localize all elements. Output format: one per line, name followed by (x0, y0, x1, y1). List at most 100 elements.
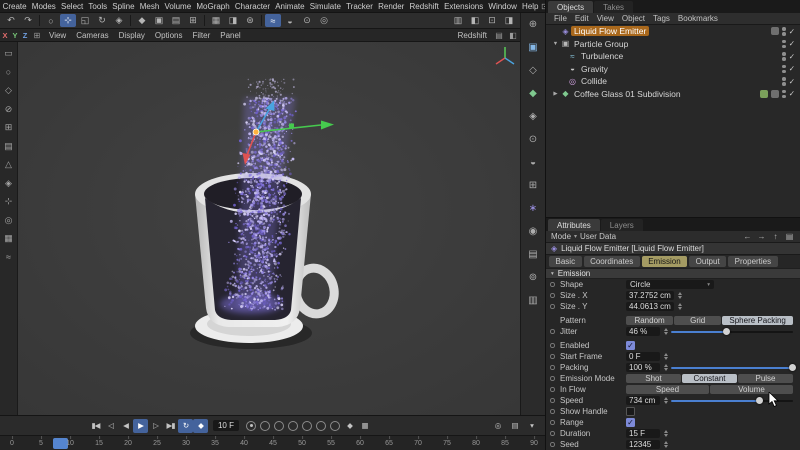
visibility-dots[interactable] (782, 52, 786, 61)
param-dot-icon[interactable] (550, 354, 555, 359)
jitter-field[interactable]: 46 % (626, 326, 660, 337)
menu-mesh[interactable]: Mesh (137, 2, 162, 11)
pattern-grid-button[interactable]: Grid (674, 315, 722, 326)
simulate-icon[interactable]: ≈ (265, 14, 281, 27)
emission-mode-pulse-button[interactable]: Pulse (738, 373, 793, 384)
menu-mograph[interactable]: MoGraph (194, 2, 233, 11)
coordinate-system-icon[interactable]: ⊞ (30, 31, 44, 40)
pattern-sphere-packing-button[interactable]: Sphere Packing (722, 315, 793, 326)
expander-icon[interactable]: ▼ (551, 41, 560, 47)
layout-panel-icon[interactable]: ▥ (450, 14, 466, 27)
edit-icon[interactable]: ▤ (784, 232, 795, 241)
snap-icon[interactable]: ⊙ (299, 14, 315, 27)
keyframe-selection-icon[interactable]: ◆ (342, 419, 357, 433)
enabled-check-icon[interactable]: ✓ (789, 39, 795, 48)
up-arrow-icon[interactable]: ↑ (770, 232, 781, 241)
loop-toggle[interactable]: ↻ (178, 418, 193, 433)
tree-row-liquid-flow-emitter[interactable]: ◈ Liquid Flow Emitter ✓ (546, 25, 800, 38)
cloth-icon[interactable]: ▤ (525, 247, 541, 261)
tree-label[interactable]: Liquid Flow Emitter (571, 26, 650, 37)
param-dot-icon[interactable] (550, 365, 555, 370)
tab-layers[interactable]: Layers (600, 219, 643, 231)
move-tool-icon[interactable]: ⊹ (60, 14, 76, 27)
back-arrow-icon[interactable]: ← (742, 232, 753, 241)
viewport-menu-redshift[interactable]: Redshift (453, 31, 492, 40)
speed-field[interactable]: 734 cm (626, 395, 660, 406)
null-object-icon[interactable]: ⊕ (525, 17, 541, 31)
x-axis-lock-button[interactable]: X (0, 31, 10, 40)
viewport-menu-view[interactable]: View (44, 31, 71, 40)
visibility-dots[interactable] (782, 27, 786, 36)
menu-window[interactable]: Window (486, 2, 520, 11)
tree-row-gravity[interactable]: ◒ Gravity ✓ (546, 63, 800, 76)
pattern-random-button[interactable]: Random (626, 315, 674, 326)
last-tool-icon[interactable]: ◈ (111, 14, 127, 27)
cube-primitive-icon[interactable]: ▣ (525, 40, 541, 54)
dynamics-icon[interactable]: ◉ (525, 224, 541, 238)
viewport-settings-icon[interactable]: ▤ (492, 31, 506, 40)
connector-icon[interactable]: ⊚ (525, 270, 541, 284)
texture-mode-icon[interactable]: ▤ (168, 14, 184, 27)
tree-row-collide[interactable]: ◎ Collide ✓ (546, 75, 800, 88)
param-dot-icon[interactable] (550, 431, 555, 436)
live-selection-icon[interactable]: ○ (43, 14, 59, 27)
tab-coordinates[interactable]: Coordinates (583, 256, 640, 267)
spline-pen-icon[interactable]: ◇ (525, 63, 541, 77)
play-button[interactable]: ▶ (133, 418, 148, 433)
param-dot-icon[interactable] (550, 329, 555, 334)
spinner-icon[interactable] (677, 292, 682, 299)
menu-tools[interactable]: Tools (86, 2, 110, 11)
camera-icon[interactable]: ▥ (525, 293, 541, 307)
objects-menu-bookmarks[interactable]: Bookmarks (674, 14, 722, 23)
split-panel-icon[interactable]: ◧ (467, 14, 483, 27)
tab-attributes[interactable]: Attributes (548, 219, 600, 231)
param-dot-icon[interactable] (550, 304, 555, 309)
spinner-icon[interactable] (664, 441, 668, 448)
menu-render[interactable]: Render (376, 2, 407, 11)
spinner-icon[interactable] (664, 353, 668, 360)
menu-redshift[interactable]: Redshift (407, 2, 442, 11)
measure-tool-icon[interactable]: ◎ (2, 214, 16, 227)
in-flow-volume-button[interactable]: Volume (710, 384, 793, 395)
workplane-icon[interactable]: ⊞ (185, 14, 201, 27)
menu-select[interactable]: Select (58, 2, 85, 11)
tree-label[interactable]: Coffee Glass 01 Subdivision (571, 89, 684, 99)
forward-arrow-icon[interactable]: → (756, 232, 767, 241)
visibility-dots[interactable] (782, 64, 786, 73)
menu-create[interactable]: Create (0, 2, 29, 11)
render-settings-icon[interactable]: ⊛ (242, 14, 258, 27)
y-axis-lock-button[interactable]: Y (10, 31, 20, 40)
viewport-menu-panel[interactable]: Panel (215, 31, 245, 40)
symmetry-icon[interactable]: ◈ (525, 109, 541, 123)
show-handle-checkbox[interactable] (626, 407, 635, 416)
enabled-check-icon[interactable]: ✓ (789, 52, 795, 61)
tree-row-coffee-glass[interactable]: ▶ ◆ Coffee Glass 01 Subdivision ✓ (546, 88, 800, 101)
autokeying-button[interactable] (260, 420, 270, 431)
menu-spline[interactable]: Spline (110, 2, 137, 11)
enabled-check-icon[interactable]: ✓ (789, 89, 795, 98)
solo-toggle[interactable]: ◎ (490, 419, 505, 433)
bevel-tool-icon[interactable]: △ (2, 158, 16, 171)
enabled-check-icon[interactable]: ✓ (789, 64, 795, 73)
viewport-menu-cameras[interactable]: Cameras (71, 31, 113, 40)
record-parameter-button[interactable] (316, 420, 326, 431)
tree-label[interactable]: Particle Group (571, 39, 631, 49)
menu-animate[interactable]: Animate (273, 2, 308, 11)
timeline-window-icon[interactable]: ▦ (357, 419, 372, 433)
seed-field[interactable]: 12345 (626, 439, 660, 450)
jitter-slider[interactable] (671, 327, 793, 336)
menu-volume[interactable]: Volume (162, 2, 194, 11)
objects-menu-file[interactable]: File (550, 14, 571, 23)
viewport[interactable] (18, 42, 520, 415)
tab-emission[interactable]: Emission (641, 256, 688, 267)
param-dot-icon[interactable] (550, 343, 555, 348)
previous-key-button[interactable]: ◁ (103, 419, 118, 433)
grid-tool-icon[interactable]: ▦ (2, 232, 16, 245)
param-dot-icon[interactable] (550, 409, 555, 414)
emission-mode-constant-button[interactable]: Constant (682, 373, 737, 384)
tree-label[interactable]: Gravity (578, 64, 611, 74)
record-rotation-button[interactable] (302, 420, 312, 431)
timeline-ruler[interactable]: 0 5 10 15 20 25 30 35 40 45 50 55 60 65 … (0, 435, 545, 450)
param-dot-icon[interactable] (550, 442, 555, 447)
enabled-checkbox[interactable] (626, 341, 635, 350)
